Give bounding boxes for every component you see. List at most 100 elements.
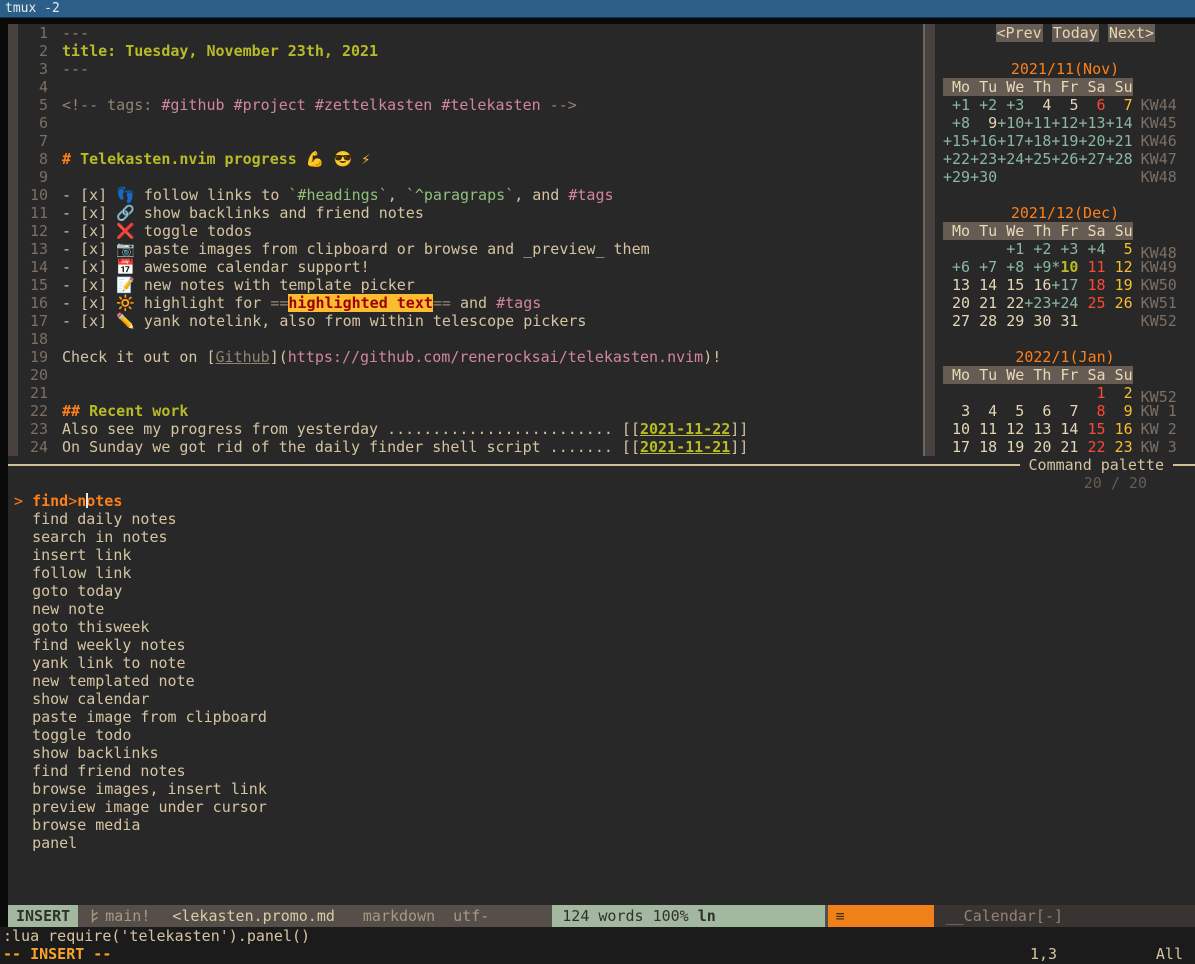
day-cell[interactable]: 9 (970, 114, 997, 132)
day-cell[interactable]: +19 (1051, 132, 1078, 150)
day-cell[interactable]: +3 (1051, 240, 1078, 258)
day-cell[interactable]: 1 (1078, 384, 1105, 402)
day-cell[interactable]: +8 (943, 114, 970, 132)
day-cell[interactable]: 19 (997, 438, 1024, 456)
day-cell[interactable]: +8 (997, 258, 1024, 276)
day-cell[interactable]: 13 (1024, 420, 1051, 438)
day-cell[interactable]: 5 (1106, 240, 1133, 258)
prev-button[interactable]: <Prev (996, 24, 1043, 42)
day-cell[interactable]: 5 (997, 402, 1024, 420)
day-cell[interactable]: +21 (1106, 132, 1133, 150)
palette-item[interactable]: insert link (8, 546, 1195, 564)
note-link-2021-11-22[interactable]: 2021-11-22 (640, 420, 730, 438)
day-cell[interactable]: +12 (1051, 114, 1078, 132)
day-cell[interactable]: 7 (1106, 96, 1133, 114)
day-cell[interactable]: 6 (1078, 96, 1105, 114)
editor-line[interactable]: 18 (18, 330, 923, 348)
palette-item[interactable]: toggle todo (8, 726, 1195, 744)
editor-line[interactable]: 2title: Tuesday, November 23th, 2021 (18, 42, 923, 60)
day-cell[interactable]: 11 (1078, 258, 1105, 276)
day-cell[interactable]: +6 (943, 258, 970, 276)
day-cell[interactable]: 14 (970, 276, 997, 294)
editor-scrollbar[interactable] (8, 24, 18, 456)
day-cell[interactable]: 23 (1106, 438, 1133, 456)
day-cell[interactable]: +1 (997, 240, 1024, 258)
editor-line[interactable]: 15- [x] 📝 new notes with template picker (18, 276, 923, 294)
day-cell[interactable]: 5 (1051, 96, 1078, 114)
editor-line[interactable]: 17- [x] ✏️ yank notelink, also from with… (18, 312, 923, 330)
day-cell[interactable]: 28 (970, 312, 997, 330)
editor-line[interactable]: 5<!-- tags: #github #project #zettelkast… (18, 96, 923, 114)
day-cell[interactable]: 11 (970, 420, 997, 438)
editor-lines[interactable]: 1---2title: Tuesday, November 23th, 2021… (18, 24, 923, 456)
day-cell[interactable]: +14 (1106, 114, 1133, 132)
day-cell[interactable]: 20 (1024, 438, 1051, 456)
editor-line[interactable]: 20 (18, 366, 923, 384)
palette-item[interactable]: browse images, insert link (8, 780, 1195, 798)
day-cell[interactable]: +16 (970, 132, 997, 150)
day-cell[interactable]: +30 (970, 168, 997, 186)
palette-item[interactable]: search in notes (8, 528, 1195, 546)
day-cell[interactable]: 3 (943, 402, 970, 420)
day-cell[interactable]: 18 (970, 438, 997, 456)
palette-item[interactable]: new templated note (8, 672, 1195, 690)
day-cell[interactable]: 4 (1024, 96, 1051, 114)
editor-line[interactable]: 19Check it out on [Github](https://githu… (18, 348, 923, 366)
day-cell[interactable]: 17 (943, 438, 970, 456)
day-cell[interactable]: +11 (1024, 114, 1051, 132)
day-cell[interactable]: +23 (1024, 294, 1051, 312)
palette-item[interactable]: show backlinks (8, 744, 1195, 762)
editor-line[interactable]: 3--- (18, 60, 923, 78)
palette-item[interactable]: follow link (8, 564, 1195, 582)
day-cell[interactable]: +27 (1078, 150, 1105, 168)
day-cell[interactable]: +18 (1024, 132, 1051, 150)
day-cell[interactable]: +10 (997, 114, 1024, 132)
day-cell[interactable]: +2 (1024, 240, 1051, 258)
palette-item[interactable]: goto today (8, 582, 1195, 600)
day-cell[interactable]: 16 (1106, 420, 1133, 438)
day-cell[interactable]: +2 (970, 96, 997, 114)
day-cell[interactable]: 22 (1078, 438, 1105, 456)
day-cell[interactable]: 27 (943, 312, 970, 330)
next-button[interactable]: Next> (1108, 24, 1155, 42)
palette-item[interactable]: show calendar (8, 690, 1195, 708)
day-cell[interactable]: +23 (970, 150, 997, 168)
day-cell[interactable]: +26 (1051, 150, 1078, 168)
editor-line[interactable]: 24On Sunday we got rid of the daily find… (18, 438, 923, 456)
editor-line[interactable]: 21 (18, 384, 923, 402)
today-button[interactable]: Today (1052, 24, 1099, 42)
day-cell[interactable]: +25 (1024, 150, 1051, 168)
editor-line[interactable]: 13- [x] 📷 paste images from clipboard or… (18, 240, 923, 258)
day-cell[interactable]: 18 (1078, 276, 1105, 294)
day-cell[interactable]: +1 (943, 96, 970, 114)
day-cell[interactable]: 25 (1078, 294, 1105, 312)
day-cell[interactable]: 21 (970, 294, 997, 312)
editor-line[interactable]: 10- [x] 👣 follow links to `#headings`, `… (18, 186, 923, 204)
day-cell[interactable]: 19 (1106, 276, 1133, 294)
day-cell[interactable]: 22 (997, 294, 1024, 312)
day-cell[interactable]: 13 (943, 276, 970, 294)
day-cell[interactable]: 29 (997, 312, 1024, 330)
day-cell[interactable]: 21 (1051, 438, 1078, 456)
day-cell[interactable]: +22 (943, 150, 970, 168)
palette-item[interactable]: new note (8, 600, 1195, 618)
palette-item[interactable]: yank link to note (8, 654, 1195, 672)
palette-item[interactable]: goto thisweek (8, 618, 1195, 636)
editor-line[interactable]: 12- [x] ❌ toggle todos (18, 222, 923, 240)
editor-line[interactable]: 1--- (18, 24, 923, 42)
note-link-2021-11-21[interactable]: 2021-11-21 (640, 438, 730, 456)
day-cell[interactable]: 20 (943, 294, 970, 312)
palette-item[interactable]: panel (8, 834, 1195, 852)
editor-line[interactable]: 22## Recent work (18, 402, 923, 420)
day-cell[interactable]: 10 (943, 420, 970, 438)
day-cell[interactable]: 8 (1078, 402, 1105, 420)
day-cell[interactable]: 14 (1051, 420, 1078, 438)
palette-item[interactable]: > find notes (8, 492, 1195, 510)
palette-item[interactable]: find friend notes (8, 762, 1195, 780)
palette-item[interactable]: find weekly notes (8, 636, 1195, 654)
day-cell[interactable]: +15 (943, 132, 970, 150)
day-cell[interactable]: +28 (1106, 150, 1133, 168)
day-cell[interactable]: 2 (1106, 384, 1133, 402)
day-cell[interactable]: +3 (997, 96, 1024, 114)
github-url[interactable]: https://github.com/renerocksai/telekaste… (288, 348, 703, 366)
